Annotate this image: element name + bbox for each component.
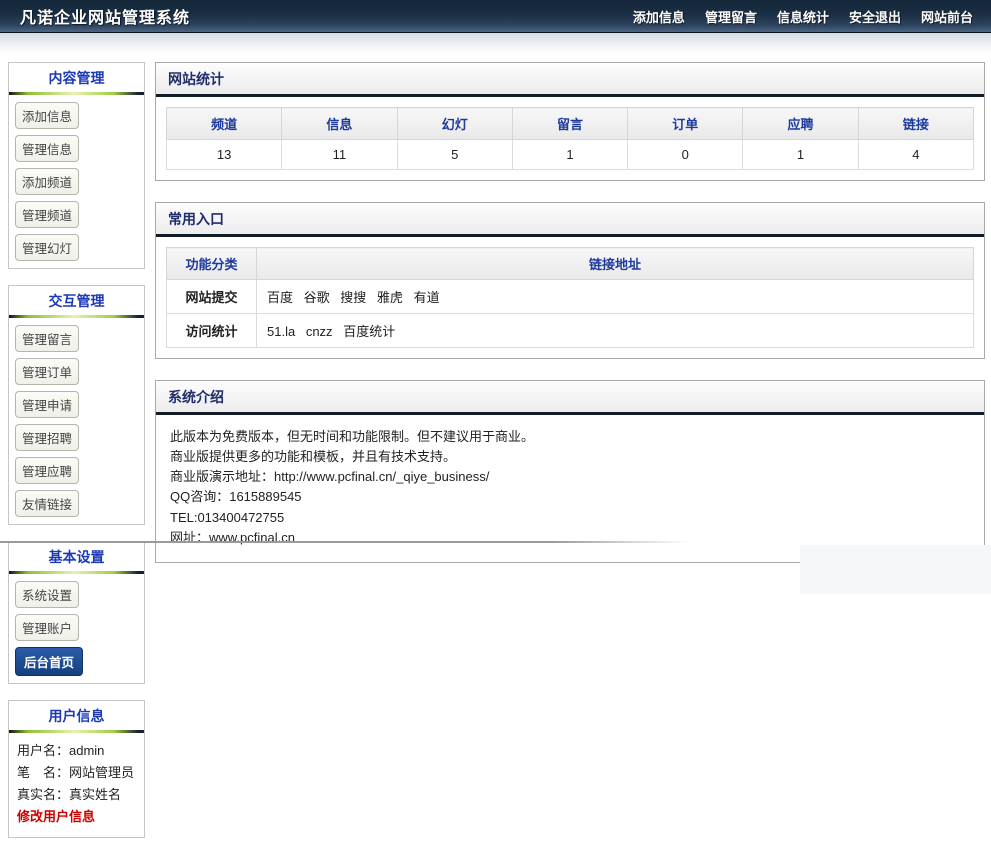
intro-panel-title: 系统介绍 xyxy=(156,381,984,415)
system-settings-button[interactable]: 系统设置 xyxy=(15,581,79,608)
stats-value-orders: 0 xyxy=(628,140,743,170)
stats-value-candidates: 1 xyxy=(743,140,858,170)
edit-user-info-link[interactable]: 修改用户信息 xyxy=(17,806,136,828)
content-buttons: 添加信息 管理信息 添加频道 管理频道 管理幻灯 xyxy=(9,95,144,268)
stats-panel-body: 频道 信息 幻灯 留言 订单 应聘 链接 13 11 xyxy=(156,97,984,180)
entries-col-category: 功能分类 xyxy=(167,248,257,280)
entries-links-submit: 百度 谷歌 搜搜 雅虎 有道 xyxy=(257,280,974,314)
entries-row-submit: 网站提交 百度 谷歌 搜搜 雅虎 有道 xyxy=(167,280,974,314)
manage-applications-button[interactable]: 管理申请 xyxy=(15,391,79,418)
link-51la[interactable]: 51.la xyxy=(267,324,295,339)
bottom-right-panel xyxy=(800,545,991,594)
entries-table: 功能分类 链接地址 网站提交 百度 谷歌 搜搜 雅虎 有道 xyxy=(166,247,974,348)
entries-category-analytics: 访问统计 xyxy=(167,314,257,348)
link-yahoo[interactable]: 雅虎 xyxy=(377,290,403,305)
username-line: 用户名：admin xyxy=(17,740,136,762)
entries-links-analytics: 51.la cnzz 百度统计 xyxy=(257,314,974,348)
stats-value-links: 4 xyxy=(858,140,973,170)
sidebar-section-interaction: 交互管理 管理留言 管理订单 管理申请 管理招聘 管理应聘 友情链接 xyxy=(8,285,145,525)
entries-category-submit: 网站提交 xyxy=(167,280,257,314)
link-google[interactable]: 谷歌 xyxy=(304,290,330,305)
section-title-user: 用户信息 xyxy=(9,701,144,730)
header-gradient-strip xyxy=(0,33,991,54)
intro-line-demo-url: 商业版演示地址：http://www.pcfinal.cn/_qiye_busi… xyxy=(170,467,970,487)
app-header: 凡诺企业网站管理系统 添加信息 管理留言 信息统计 安全退出 网站前台 xyxy=(0,0,991,33)
admin-home-button[interactable]: 后台首页 xyxy=(15,647,83,676)
entries-header-row: 功能分类 链接地址 xyxy=(167,248,974,280)
stats-panel-title: 网站统计 xyxy=(156,63,984,97)
intro-panel-body: 此版本为免费版本，但无时间和功能限制。但不建议用于商业。 商业版提供更多的功能和… xyxy=(156,415,984,562)
add-info-button[interactable]: 添加信息 xyxy=(15,102,79,129)
intro-panel: 系统介绍 此版本为免费版本，但无时间和功能限制。但不建议用于商业。 商业版提供更… xyxy=(155,380,985,563)
nav-site-front[interactable]: 网站前台 xyxy=(921,7,973,26)
manage-orders-button[interactable]: 管理订单 xyxy=(15,358,79,385)
stats-value-info: 11 xyxy=(282,140,397,170)
entries-col-links: 链接地址 xyxy=(257,248,974,280)
entries-panel: 常用入口 功能分类 链接地址 网站提交 百度 xyxy=(155,202,985,359)
link-soso[interactable]: 搜搜 xyxy=(340,290,366,305)
manage-messages-button[interactable]: 管理留言 xyxy=(15,325,79,352)
top-nav: 添加信息 管理留言 信息统计 安全退出 网站前台 xyxy=(633,7,973,26)
manage-account-button[interactable]: 管理账户 xyxy=(15,614,79,641)
sidebar-section-content: 内容管理 添加信息 管理信息 添加频道 管理频道 管理幻灯 xyxy=(8,62,145,269)
entries-row-analytics: 访问统计 51.la cnzz 百度统计 xyxy=(167,314,974,348)
stats-value-row: 13 11 5 1 0 1 4 xyxy=(167,140,974,170)
intro-line-qq: QQ咨询：1615889545 xyxy=(170,487,970,507)
penname-line: 笔 名：网站管理员 xyxy=(17,762,136,784)
interaction-buttons: 管理留言 管理订单 管理申请 管理招聘 管理应聘 友情链接 xyxy=(9,318,144,524)
stats-value-slides: 5 xyxy=(397,140,512,170)
section-title-content: 内容管理 xyxy=(9,63,144,92)
sidebar-section-user: 用户信息 用户名：admin 笔 名：网站管理员 真实名：真实姓名 修改用户信息 xyxy=(8,700,145,838)
user-info: 用户名：admin 笔 名：网站管理员 真实名：真实姓名 修改用户信息 xyxy=(9,733,144,837)
sidebar: 内容管理 添加信息 管理信息 添加频道 管理频道 管理幻灯 交互管理 管理留言 … xyxy=(8,62,145,854)
stats-col-info: 信息 xyxy=(282,108,397,140)
nav-info-stats[interactable]: 信息统计 xyxy=(777,7,829,26)
link-baidu-tongji[interactable]: 百度统计 xyxy=(343,324,395,339)
nav-logout[interactable]: 安全退出 xyxy=(849,7,901,26)
page-layout: 内容管理 添加信息 管理信息 添加频道 管理频道 管理幻灯 交互管理 管理留言 … xyxy=(0,54,991,854)
stats-col-slides: 幻灯 xyxy=(397,108,512,140)
intro-line-1: 此版本为免费版本，但无时间和功能限制。但不建议用于商业。 xyxy=(170,427,970,447)
sidebar-section-settings: 基本设置 系统设置 管理账户 后台首页 xyxy=(8,541,145,684)
settings-buttons: 系统设置 管理账户 后台首页 xyxy=(9,574,144,683)
nav-manage-messages[interactable]: 管理留言 xyxy=(705,7,757,26)
stats-value-messages: 1 xyxy=(512,140,627,170)
main-content: 网站统计 频道 信息 幻灯 留言 订单 应聘 链接 xyxy=(155,62,985,584)
entries-panel-title: 常用入口 xyxy=(156,203,984,237)
manage-recruitment-button[interactable]: 管理招聘 xyxy=(15,424,79,451)
nav-add-info[interactable]: 添加信息 xyxy=(633,7,685,26)
app-title: 凡诺企业网站管理系统 xyxy=(20,4,190,28)
stats-panel: 网站统计 频道 信息 幻灯 留言 订单 应聘 链接 xyxy=(155,62,985,181)
stats-col-orders: 订单 xyxy=(628,108,743,140)
link-baidu[interactable]: 百度 xyxy=(267,290,293,305)
section-title-interaction: 交互管理 xyxy=(9,286,144,315)
stats-value-channels: 13 xyxy=(167,140,282,170)
stats-col-channels: 频道 xyxy=(167,108,282,140)
section-title-settings: 基本设置 xyxy=(9,542,144,571)
manage-info-button[interactable]: 管理信息 xyxy=(15,135,79,162)
stats-header-row: 频道 信息 幻灯 留言 订单 应聘 链接 xyxy=(167,108,974,140)
intro-line-tel: TEL:013400472755 xyxy=(170,508,970,528)
manage-candidates-button[interactable]: 管理应聘 xyxy=(15,457,79,484)
footer-divider xyxy=(0,541,690,543)
intro-line-2: 商业版提供更多的功能和模板，并且有技术支持。 xyxy=(170,447,970,467)
entries-panel-body: 功能分类 链接地址 网站提交 百度 谷歌 搜搜 雅虎 有道 xyxy=(156,237,984,358)
add-channel-button[interactable]: 添加频道 xyxy=(15,168,79,195)
manage-channel-button[interactable]: 管理频道 xyxy=(15,201,79,228)
manage-slides-button[interactable]: 管理幻灯 xyxy=(15,234,79,261)
stats-col-links: 链接 xyxy=(858,108,973,140)
friend-links-button[interactable]: 友情链接 xyxy=(15,490,79,517)
stats-col-messages: 留言 xyxy=(512,108,627,140)
stats-table: 频道 信息 幻灯 留言 订单 应聘 链接 13 11 xyxy=(166,107,974,170)
stats-col-candidates: 应聘 xyxy=(743,108,858,140)
link-cnzz[interactable]: cnzz xyxy=(306,324,333,339)
realname-line: 真实名：真实姓名 xyxy=(17,784,136,806)
link-youdao[interactable]: 有道 xyxy=(414,290,440,305)
